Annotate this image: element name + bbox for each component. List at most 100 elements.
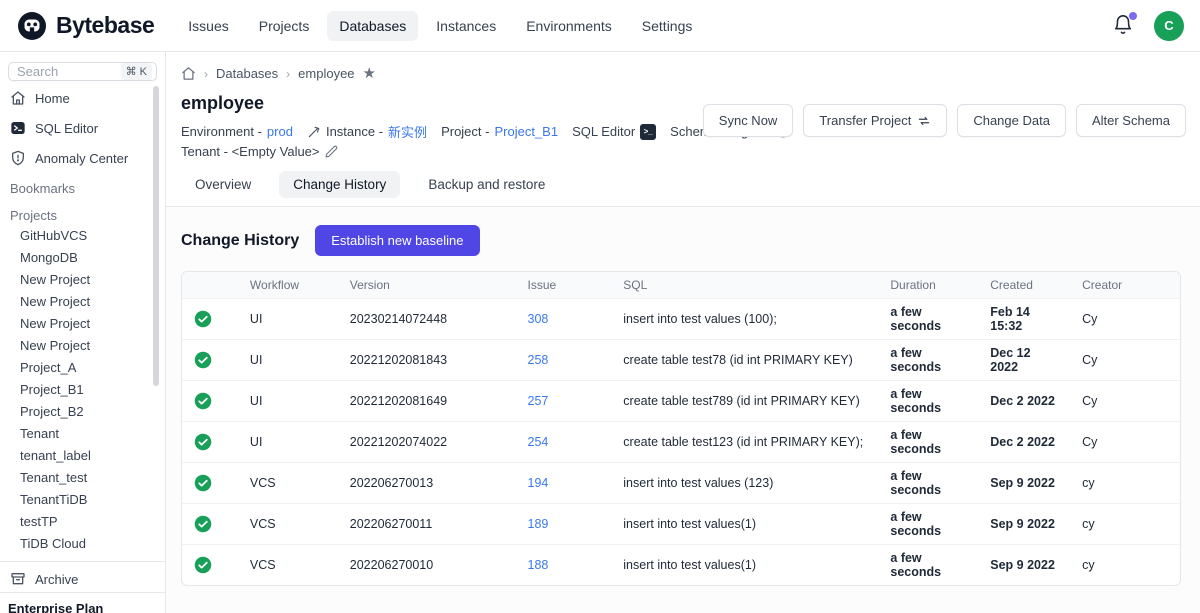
issue-link[interactable]: 257 bbox=[528, 394, 549, 408]
issue-link[interactable]: 189 bbox=[528, 517, 549, 531]
bytebase-logo-icon bbox=[16, 10, 48, 42]
button-label: Sync Now bbox=[719, 113, 778, 128]
sidebar-item-label: Archive bbox=[35, 572, 78, 587]
search-input[interactable]: Search ⌘ K bbox=[8, 62, 157, 81]
button-label: Transfer Project bbox=[819, 113, 911, 128]
cell-created: Sep 9 2022 bbox=[978, 544, 1070, 585]
nav-item[interactable]: Environments bbox=[514, 11, 624, 41]
brand-logo[interactable]: Bytebase bbox=[16, 10, 154, 42]
issue-link[interactable]: 258 bbox=[528, 353, 549, 367]
environment-meta: Environment - prod bbox=[181, 124, 293, 139]
success-status-icon bbox=[194, 556, 212, 574]
cell-creator: Cy bbox=[1070, 339, 1180, 380]
sidebar-project-item[interactable]: GitHubVCS bbox=[8, 225, 157, 247]
nav-item[interactable]: Issues bbox=[176, 11, 240, 41]
instance-link[interactable]: 新实例 bbox=[388, 122, 427, 141]
search-placeholder: Search bbox=[17, 64, 58, 79]
sidebar-project-item[interactable]: MongoDB bbox=[8, 247, 157, 269]
change-data-button[interactable]: Change Data bbox=[957, 104, 1066, 137]
sql-editor-shortcut[interactable]: SQL Editor >_ bbox=[572, 124, 656, 140]
table-header-row: Workflow Version Issue SQL Duration Crea… bbox=[182, 272, 1180, 298]
nav-item[interactable]: Instances bbox=[424, 11, 508, 41]
sidebar-project-item[interactable]: tenant_label bbox=[8, 445, 157, 467]
cell-sql: create table test789 (id int PRIMARY KEY… bbox=[611, 380, 878, 421]
issue-link[interactable]: 308 bbox=[528, 312, 549, 326]
cell-creator: cy bbox=[1070, 462, 1180, 503]
cell-duration: a few seconds bbox=[878, 421, 978, 462]
tab[interactable]: Overview bbox=[181, 171, 265, 198]
favorite-star-icon[interactable]: ★ bbox=[363, 66, 376, 81]
cell-duration: a few seconds bbox=[878, 503, 978, 544]
change-history-row[interactable]: UI 20221202081843 258 create table test7… bbox=[182, 339, 1180, 380]
sidebar-project-item[interactable]: Tenant_test bbox=[8, 467, 157, 489]
tab[interactable]: Backup and restore bbox=[414, 171, 559, 198]
column-status bbox=[182, 272, 238, 298]
breadcrumb-separator: › bbox=[286, 67, 290, 81]
edit-pencil-icon[interactable] bbox=[325, 145, 338, 158]
sql-editor-icon bbox=[10, 120, 26, 136]
sidebar-scrollbar[interactable] bbox=[153, 86, 159, 386]
sidebar-project-item[interactable]: New Project bbox=[8, 335, 157, 357]
user-avatar[interactable]: C bbox=[1154, 11, 1184, 41]
sidebar-project-item[interactable]: Tenant bbox=[8, 423, 157, 445]
cell-created: Feb 14 15:32 bbox=[978, 298, 1070, 339]
sidebar-project-item[interactable]: Project_B2 bbox=[8, 401, 157, 423]
sql-editor-label: SQL Editor bbox=[572, 124, 635, 139]
change-history-row[interactable]: UI 20230214072448 308 insert into test v… bbox=[182, 298, 1180, 339]
notifications-button[interactable] bbox=[1112, 14, 1136, 38]
tab[interactable]: Change History bbox=[279, 171, 400, 198]
transfer-project-button[interactable]: Transfer Project bbox=[803, 104, 947, 137]
brand-name: Bytebase bbox=[56, 12, 154, 39]
sidebar-project-item[interactable]: Project_B1 bbox=[8, 379, 157, 401]
issue-link[interactable]: 188 bbox=[528, 558, 549, 572]
sidebar-project-item[interactable]: Project_A bbox=[8, 357, 157, 379]
shield-icon bbox=[10, 150, 26, 166]
project-meta: Project - Project_B1 bbox=[441, 124, 558, 139]
sidebar-project-item[interactable]: New Project bbox=[8, 269, 157, 291]
sidebar-project-item[interactable]: New Project bbox=[8, 313, 157, 335]
sidebar-item-home[interactable]: Home bbox=[8, 85, 157, 111]
top-navbar: Bytebase Issues Projects Databases Insta… bbox=[0, 0, 1200, 52]
cell-creator: cy bbox=[1070, 503, 1180, 544]
breadcrumb-employee[interactable]: employee bbox=[298, 66, 354, 81]
cell-created: Dec 2 2022 bbox=[978, 380, 1070, 421]
sync-now-button[interactable]: Sync Now bbox=[703, 104, 794, 137]
change-history-row[interactable]: VCS 202206270013 194 insert into test va… bbox=[182, 462, 1180, 503]
nav-item[interactable]: Projects bbox=[247, 11, 322, 41]
database-tabs: Overview Change History Backup and resto… bbox=[181, 171, 1200, 206]
sidebar-item-sql-editor[interactable]: SQL Editor bbox=[8, 115, 157, 141]
breadcrumb-databases[interactable]: Databases bbox=[216, 66, 278, 81]
sidebar-item-archive[interactable]: Archive bbox=[8, 566, 157, 592]
issue-link[interactable]: 254 bbox=[528, 435, 549, 449]
sidebar-project-item[interactable]: testTP bbox=[8, 511, 157, 533]
cell-creator: Cy bbox=[1070, 421, 1180, 462]
cell-created: Dec 2 2022 bbox=[978, 421, 1070, 462]
change-history-table: Workflow Version Issue SQL Duration Crea… bbox=[181, 271, 1181, 586]
cell-sql: create table test78 (id int PRIMARY KEY) bbox=[611, 339, 878, 380]
navbar-right: C bbox=[1112, 11, 1184, 41]
change-history-row[interactable]: UI 20221202074022 254 create table test1… bbox=[182, 421, 1180, 462]
environment-link[interactable]: prod bbox=[267, 124, 293, 139]
environment-label: Environment - bbox=[181, 124, 262, 139]
sidebar-project-item[interactable]: TenantTiDB bbox=[8, 489, 157, 511]
nav-item[interactable]: Settings bbox=[630, 11, 705, 41]
change-history-row[interactable]: VCS 202206270011 189 insert into test va… bbox=[182, 503, 1180, 544]
sidebar-project-item[interactable]: New Project bbox=[8, 291, 157, 313]
nav-item[interactable]: Databases bbox=[327, 11, 418, 41]
success-status-icon bbox=[194, 515, 212, 533]
cell-version: 20230214072448 bbox=[338, 298, 516, 339]
sidebar-divider bbox=[0, 561, 165, 562]
change-history-row[interactable]: UI 20221202081649 257 create table test7… bbox=[182, 380, 1180, 421]
breadcrumb-home-icon[interactable] bbox=[181, 66, 196, 81]
sidebar-project-item[interactable]: TiDB Cloud bbox=[8, 533, 157, 555]
project-link[interactable]: Project_B1 bbox=[494, 124, 558, 139]
change-history-panel: Change History Establish new baseline Wo… bbox=[166, 207, 1200, 613]
alter-schema-button[interactable]: Alter Schema bbox=[1076, 104, 1186, 137]
instance-engine-icon bbox=[307, 125, 321, 139]
tenant-meta-row: Tenant - <Empty Value> bbox=[181, 144, 1200, 159]
cell-version: 20221202074022 bbox=[338, 421, 516, 462]
change-history-row[interactable]: VCS 202206270010 188 insert into test va… bbox=[182, 544, 1180, 585]
establish-baseline-button[interactable]: Establish new baseline bbox=[315, 225, 479, 256]
issue-link[interactable]: 194 bbox=[528, 476, 549, 490]
sidebar-item-anomaly-center[interactable]: Anomaly Center bbox=[8, 145, 157, 171]
